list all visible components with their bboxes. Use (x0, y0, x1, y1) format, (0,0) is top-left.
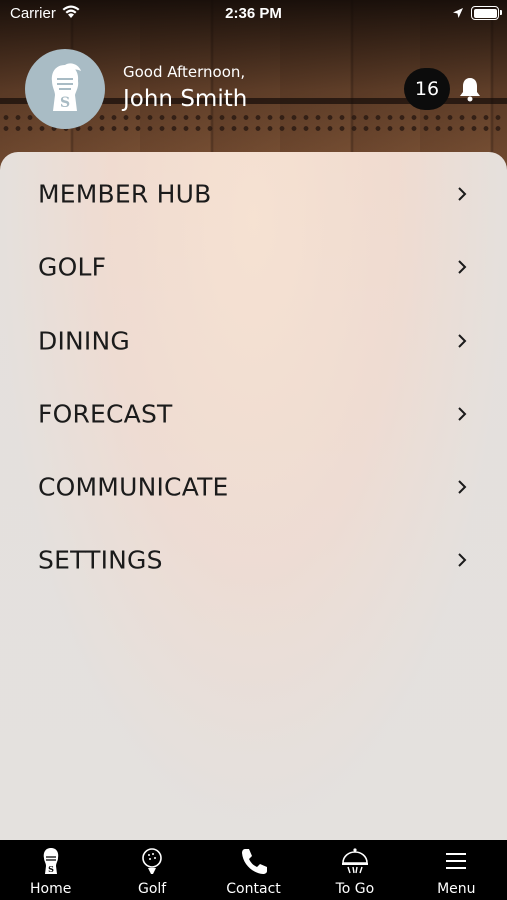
chevron-right-icon (458, 187, 467, 201)
menu-item-label: GOLF (38, 252, 107, 282)
tab-menu[interactable]: Menu (406, 840, 507, 900)
cloche-icon (341, 848, 368, 874)
chevron-right-icon (458, 260, 467, 275)
location-arrow-icon (453, 8, 463, 18)
tab-to-go[interactable]: To Go (304, 840, 405, 900)
tab-label: Golf (137, 881, 167, 897)
menu-item-label: FORECAST (38, 399, 173, 429)
tab-label: Contact (226, 881, 281, 897)
menu-item-golf[interactable]: GOLF (0, 225, 507, 298)
avatar[interactable]: S (25, 49, 105, 129)
tab-label: Home (30, 881, 72, 897)
bell-icon[interactable] (458, 76, 482, 102)
chevron-right-icon (458, 407, 467, 421)
tab-golf[interactable]: Golf (101, 840, 202, 900)
menu-item-label: DINING (38, 326, 130, 356)
knight-logo-icon: S (51, 63, 81, 111)
phone-icon (241, 849, 267, 874)
tab-contact[interactable]: Contact (203, 840, 304, 900)
main-menu-panel: MEMBER HUB GOLF DINING FORECAST COMMUNIC… (0, 152, 507, 840)
svg-text:S: S (60, 95, 70, 111)
user-name: John Smith (123, 86, 248, 112)
menu-item-label: MEMBER HUB (38, 179, 212, 209)
menu-item-communicate[interactable]: COMMUNICATE (0, 445, 507, 518)
golf-ball-icon (142, 848, 162, 874)
menu-item-label: COMMUNICATE (38, 472, 229, 502)
chevron-right-icon (458, 333, 467, 348)
menu-item-settings[interactable]: SETTINGS (0, 518, 507, 591)
svg-text:S: S (48, 864, 54, 874)
battery-icon (471, 6, 502, 20)
status-time: 2:36 PM (225, 5, 282, 22)
knight-icon: S (43, 848, 58, 874)
tab-label: To Go (335, 881, 375, 897)
tab-bar: S Home Golf Contact To Go Menu (0, 840, 507, 900)
hamburger-icon (446, 853, 467, 869)
chevron-right-icon (458, 480, 467, 494)
notification-count-badge[interactable]: 16 (404, 68, 450, 110)
tab-label: Menu (437, 881, 476, 897)
menu-list: MEMBER HUB GOLF DINING FORECAST COMMUNIC… (0, 152, 507, 592)
menu-item-dining[interactable]: DINING (0, 299, 507, 372)
greeting-text: Good Afternoon, (123, 63, 246, 81)
status-bar: Carrier 2:36 PM (0, 0, 507, 28)
menu-item-forecast[interactable]: FORECAST (0, 372, 507, 445)
chevron-right-icon (458, 553, 467, 568)
menu-item-label: SETTINGS (38, 545, 163, 575)
tab-home[interactable]: S Home (0, 840, 101, 900)
menu-item-member-hub[interactable]: MEMBER HUB (0, 152, 507, 225)
